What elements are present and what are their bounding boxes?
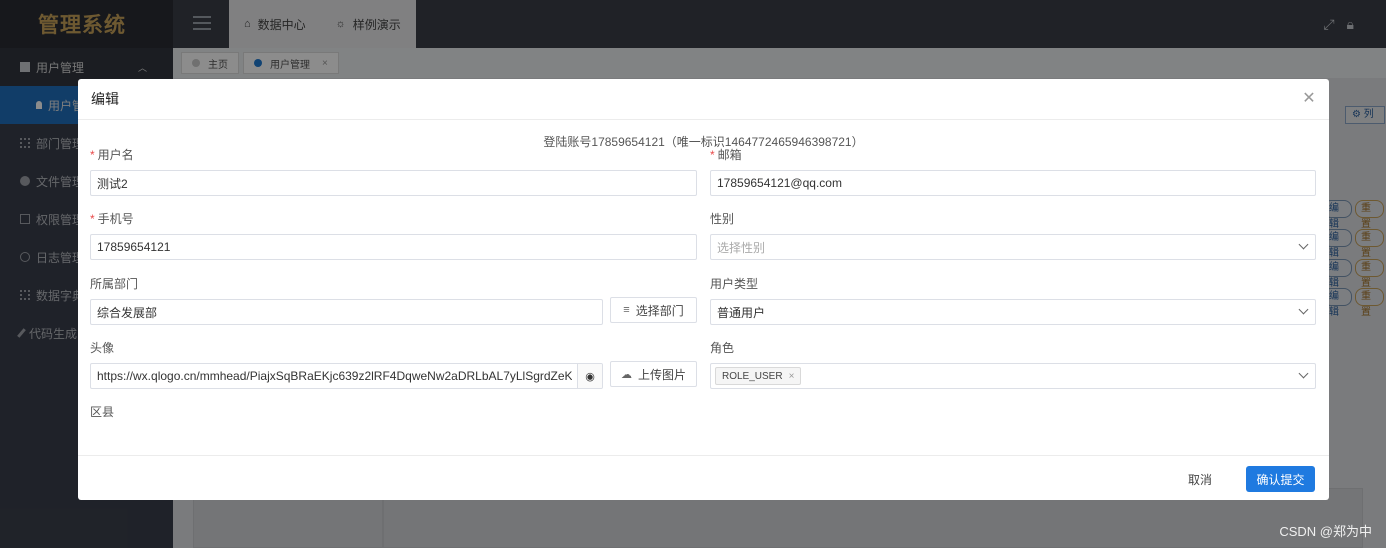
- username-input[interactable]: 测试2: [90, 170, 697, 196]
- user-type-field: 用户类型 普通用户: [710, 275, 1316, 325]
- field-label: 区县: [90, 405, 115, 419]
- field-label: 邮箱: [717, 148, 742, 162]
- email-input[interactable]: 17859654121@qq.com: [710, 170, 1316, 196]
- close-icon[interactable]: ✕: [1301, 91, 1317, 107]
- watermark: CSDN @郑为中: [1279, 524, 1372, 539]
- eye-icon[interactable]: ◉: [577, 364, 602, 388]
- required-mark: *: [710, 148, 715, 162]
- chevron-down-icon: [1298, 368, 1309, 379]
- upload-cloud-icon: ☁: [620, 368, 632, 381]
- dialog-title: 编辑: [78, 79, 1329, 120]
- chip-label: ROLE_USER: [722, 370, 783, 382]
- field-label: 手机号: [97, 212, 134, 226]
- district-field: 区县: [90, 403, 390, 419]
- chevron-down-icon: [1298, 239, 1309, 250]
- gender-field: 性别 选择性别: [710, 210, 1316, 260]
- user-type-select[interactable]: 普通用户: [710, 299, 1316, 325]
- field-label: 用户类型: [710, 277, 759, 291]
- chevron-down-icon: [1298, 304, 1309, 315]
- edit-dialog: 编辑 ✕ 登陆账号17859654121（唯一标识146477246594639…: [78, 79, 1329, 500]
- button-label: 上传图片: [637, 367, 686, 382]
- username-field: * 用户名 测试2: [90, 146, 697, 196]
- avatar-url-value: https://wx.qlogo.cn/mmhead/PiajxSqBRaEKj…: [97, 369, 572, 383]
- required-mark: *: [90, 148, 95, 162]
- upload-image-button[interactable]: ☁ 上传图片: [610, 361, 697, 387]
- select-value: 普通用户: [717, 305, 766, 320]
- cancel-button[interactable]: 取消: [1176, 466, 1224, 492]
- role-chip: ROLE_USER ×: [715, 367, 802, 385]
- submit-button[interactable]: 确认提交: [1246, 466, 1315, 492]
- role-multiselect[interactable]: ROLE_USER ×: [710, 363, 1316, 389]
- button-label: 选择部门: [635, 303, 684, 318]
- select-placeholder: 选择性别: [717, 240, 766, 255]
- email-field: * 邮箱 17859654121@qq.com: [710, 146, 1316, 196]
- department-input[interactable]: 综合发展部: [90, 299, 603, 325]
- field-label: 性别: [710, 212, 735, 226]
- phone-field: * 手机号 17859654121: [90, 210, 697, 260]
- field-label: 所属部门: [90, 277, 139, 291]
- field-label: 角色: [710, 341, 735, 355]
- select-department-button[interactable]: ≡ 选择部门: [610, 297, 697, 323]
- phone-input[interactable]: 17859654121: [90, 234, 697, 260]
- field-label: 头像: [90, 341, 115, 355]
- required-mark: *: [90, 212, 95, 226]
- role-field: 角色 ROLE_USER ×: [710, 339, 1316, 389]
- department-field: 所属部门 综合发展部: [90, 275, 603, 325]
- avatar-field: 头像 https://wx.qlogo.cn/mmhead/PiajxSqBRa…: [90, 339, 603, 389]
- close-icon[interactable]: ×: [789, 371, 795, 382]
- gender-select[interactable]: 选择性别: [710, 234, 1316, 260]
- dialog-footer: 取消 确认提交: [78, 455, 1329, 500]
- field-label: 用户名: [97, 148, 134, 162]
- list-icon: ≡: [623, 304, 630, 316]
- avatar-url-input[interactable]: https://wx.qlogo.cn/mmhead/PiajxSqBRaEKj…: [90, 363, 603, 389]
